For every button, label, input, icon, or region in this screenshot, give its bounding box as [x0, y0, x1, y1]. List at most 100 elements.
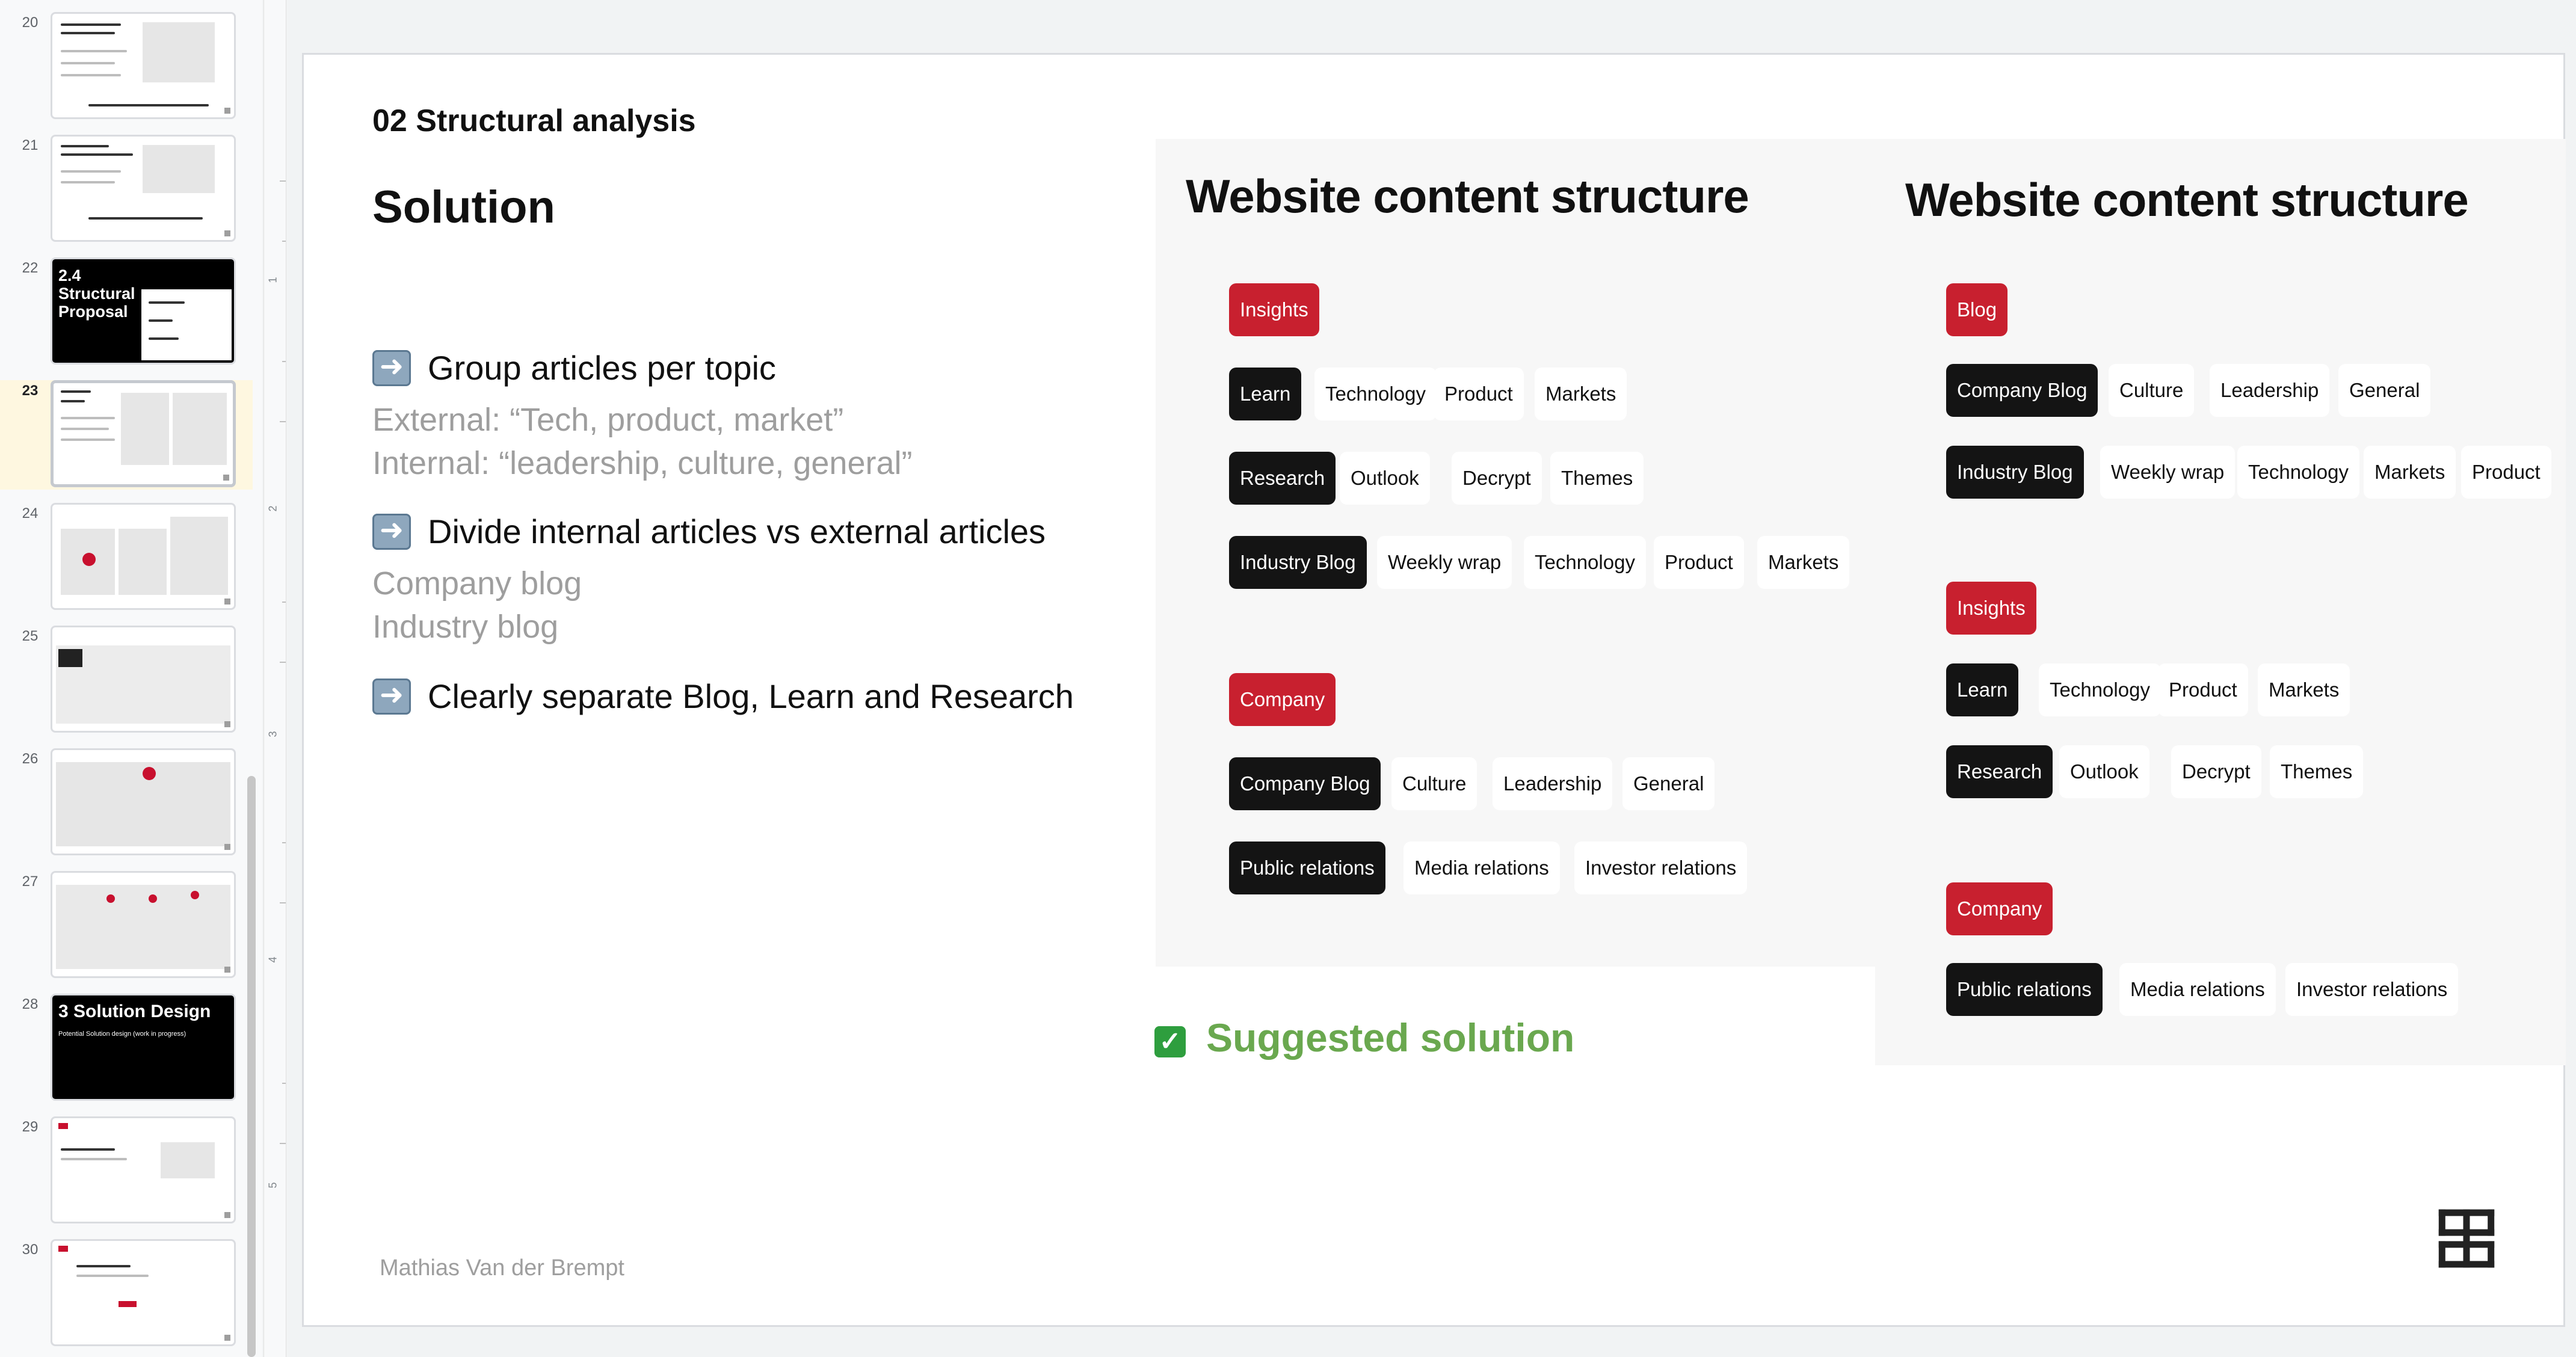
- category-chip: Learn: [1946, 663, 2019, 716]
- category-chip: Public relations: [1229, 842, 1385, 894]
- thumbnail-slide-23[interactable]: 23: [0, 380, 253, 490]
- slide-filmstrip[interactable]: 20 21 22 2.4 Structural Proposal 23 24 2…: [0, 0, 262, 1357]
- tag-chip: Weekly wrap: [1377, 536, 1512, 589]
- tag-chip: Product: [2158, 663, 2248, 716]
- bullet-item[interactable]: ➜ Clearly separate Blog, Learn and Resear…: [372, 677, 1074, 716]
- slide-thumbnail[interactable]: [51, 748, 236, 855]
- bullet-item[interactable]: ➜ Divide internal articles vs external ar…: [372, 512, 1046, 551]
- tag-chip: Markets: [2364, 446, 2456, 499]
- bullet-text: Group articles per topic: [428, 349, 776, 387]
- tag-chip: Themes: [2270, 745, 2364, 798]
- right-arrow-icon: ➜: [372, 513, 411, 550]
- slide-thumbnail[interactable]: [51, 871, 236, 978]
- tag-chip: General: [1622, 757, 1715, 810]
- category-chip: Public relations: [1946, 963, 2103, 1016]
- slide-thumbnail[interactable]: [51, 12, 236, 119]
- brand-logo-icon: [2438, 1209, 2495, 1268]
- filmstrip-scrollbar[interactable]: [247, 776, 256, 1357]
- tag-chip: Media relations: [1404, 842, 1560, 894]
- category-chip: Research: [1229, 452, 1336, 505]
- group-label-chip: Insights: [1946, 582, 2036, 635]
- ruler-label: 5: [267, 1182, 279, 1189]
- category-chip: Company Blog: [1946, 364, 2098, 417]
- tag-chip: Media relations: [2119, 963, 2276, 1016]
- ruler-label: 3: [267, 731, 279, 737]
- tag-chip: Product: [1434, 368, 1524, 420]
- tag-chip: Outlook: [1340, 452, 1430, 505]
- thumbnail-slide-20[interactable]: 20: [0, 12, 253, 122]
- thumbnail-title: 2.4 Structural Proposal: [58, 266, 135, 321]
- category-chip: Learn: [1229, 368, 1302, 420]
- slide-thumbnail[interactable]: [51, 626, 236, 733]
- tag-chip: Leadership: [1493, 757, 1613, 810]
- slide-number: 22: [22, 260, 39, 276]
- panel-title: Website content structure: [1905, 173, 2469, 226]
- right-arrow-icon: ➜: [372, 349, 411, 386]
- slide-canvas[interactable]: 02 Structural analysis Solution ➜ Group a…: [302, 53, 2566, 1327]
- bullet-detail: Industry blog: [372, 609, 559, 645]
- category-chip: Industry Blog: [1229, 536, 1367, 589]
- check-icon: ✓: [1154, 1026, 1186, 1057]
- tag-chip: Decrypt: [1452, 452, 1542, 505]
- thumbnail-slide-21[interactable]: 21: [0, 135, 253, 244]
- slide-thumbnail[interactable]: [51, 1239, 236, 1346]
- slides-editor: 20 21 22 2.4 Structural Proposal 23 24 2…: [0, 0, 2576, 1357]
- thumbnail-slide-24[interactable]: 24: [0, 503, 253, 612]
- tag-chip: Leadership: [2210, 364, 2330, 417]
- group-label-chip: Blog: [1946, 283, 2008, 336]
- slide-number: 27: [22, 873, 39, 890]
- tag-chip: Technology: [1314, 368, 1437, 420]
- thumbnail-title: 3 Solution Design: [58, 1002, 211, 1021]
- slide-number: 26: [22, 751, 39, 767]
- slide-thumbnail[interactable]: [51, 135, 236, 242]
- tag-chip: Weekly wrap: [2100, 446, 2236, 499]
- slide-thumbnail[interactable]: [51, 1116, 236, 1223]
- tag-chip: Product: [1654, 536, 1744, 589]
- thumbnail-slide-26[interactable]: 26: [0, 748, 253, 858]
- bullet-item[interactable]: ➜ Group articles per topic: [372, 348, 776, 387]
- thumbnail-slide-27[interactable]: 27: [0, 871, 253, 980]
- slide-thumbnail[interactable]: 2.4 Structural Proposal: [51, 257, 236, 365]
- tag-chip: Culture: [2109, 364, 2195, 417]
- tag-chip: Investor relations: [2285, 963, 2459, 1016]
- vertical-ruler: 1 2 3 4 5: [263, 0, 286, 1357]
- bullet-detail: Company blog: [372, 565, 582, 602]
- slide-number: 20: [22, 14, 39, 31]
- thumbnail-slide-29[interactable]: 29: [0, 1116, 253, 1226]
- slide-thumbnail[interactable]: 3 Solution Design Potential Solution des…: [51, 994, 236, 1101]
- slide-number: 28: [22, 996, 39, 1012]
- tag-chip: Technology: [2237, 446, 2359, 499]
- bullet-text: Clearly separate Blog, Learn and Researc…: [428, 677, 1074, 715]
- tag-chip: General: [2338, 364, 2431, 417]
- slide-number: 23: [22, 383, 39, 399]
- tag-chip: Decrypt: [2171, 745, 2261, 798]
- thumbnail-slide-25[interactable]: 25: [0, 626, 253, 735]
- tag-chip: Outlook: [2059, 745, 2149, 798]
- structure-panel-left[interactable]: Website content structure Insights Learn…: [1156, 139, 1878, 967]
- bullet-text: Divide internal articles vs external art…: [428, 512, 1046, 550]
- group-label-chip: Company: [1946, 882, 2053, 935]
- tag-chip: Markets: [2258, 663, 2350, 716]
- section-title[interactable]: 02 Structural analysis: [372, 103, 696, 139]
- suggested-solution-label[interactable]: Suggested solution: [1206, 1015, 1574, 1060]
- panel-title: Website content structure: [1186, 170, 1749, 223]
- slide-thumbnail[interactable]: [51, 380, 236, 487]
- structure-panel-right[interactable]: Website content structure Blog Company B…: [1875, 139, 2566, 1065]
- slide-heading[interactable]: Solution: [372, 181, 555, 233]
- tag-chip: Investor relations: [1574, 842, 1748, 894]
- thumbnail-slide-28[interactable]: 28 3 Solution Design Potential Solution …: [0, 994, 253, 1103]
- thumbnail-slide-30[interactable]: 30: [0, 1239, 253, 1349]
- slide-thumbnail[interactable]: [51, 503, 236, 610]
- tag-chip: Markets: [1757, 536, 1850, 589]
- group-label-chip: Insights: [1229, 283, 1319, 336]
- slide-number: 29: [22, 1119, 39, 1135]
- bullet-detail: External: “Tech, product, market”: [372, 402, 844, 438]
- slide-number: 24: [22, 505, 39, 522]
- author-footer[interactable]: Mathias Van der Brempt: [380, 1255, 624, 1281]
- right-arrow-icon: ➜: [372, 678, 411, 715]
- thumbnail-subtitle: Potential Solution design (work in progr…: [58, 1030, 186, 1038]
- thumbnail-slide-22[interactable]: 22 2.4 Structural Proposal: [0, 257, 253, 367]
- slide-number: 21: [22, 137, 39, 153]
- ruler-label: 1: [267, 277, 279, 283]
- tag-chip: Culture: [1391, 757, 1478, 810]
